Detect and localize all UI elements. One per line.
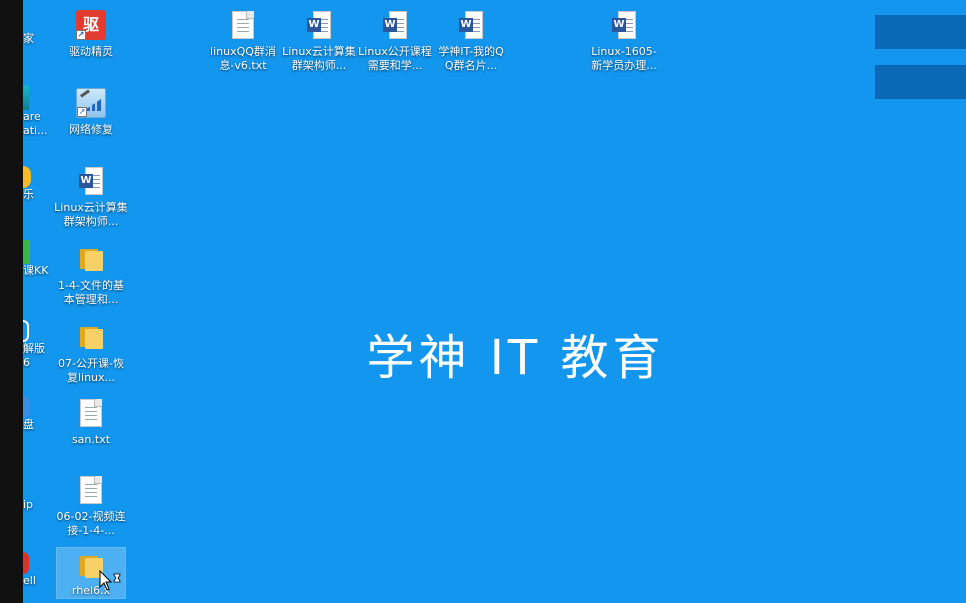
shortcut-arrow-icon: ↗	[77, 107, 87, 117]
app-icon	[23, 86, 29, 110]
desktop-icon-xueshen-qq-card[interactable]: W 学神IT-我的QQ群名片...	[434, 6, 508, 73]
desktop-icon-folder-1-4[interactable]: 1-4-文件的基本管理和...	[54, 240, 128, 307]
desktop-icon-partial-1[interactable]: 家	[23, 10, 45, 46]
desktop-icon-label: Linux云计算集群架构师...	[282, 45, 356, 72]
desktop-icon-label: Linux公开课程需要和学...	[358, 45, 432, 72]
folder-icon	[78, 247, 104, 271]
desktop-icon-label: Linux云计算集群架构师...	[54, 201, 128, 228]
app-icon	[23, 552, 29, 574]
desktop-icon-partial-8[interactable]: ell	[23, 552, 45, 588]
word-doc-icon: W	[79, 167, 103, 195]
desktop-icon-label: linuxQQ群消息-v6.txt	[210, 45, 276, 72]
word-doc-icon: W	[383, 11, 407, 39]
desktop-icon-label: are ati...	[23, 110, 48, 137]
word-glyph: W	[302, 8, 336, 42]
wallpaper-title-text: 学神 IT 教育	[366, 330, 665, 386]
desktop-icon-label: san.txt	[71, 433, 111, 446]
desktop-icon-network-repair[interactable]: ↗ 网络修复	[54, 84, 128, 137]
desktop-icon-partial-3[interactable]: 乐	[23, 166, 45, 202]
app-icon	[23, 10, 41, 32]
word-glyph: W	[378, 8, 412, 42]
desktop-icon-label: 1-4-文件的基本管理和...	[58, 279, 124, 306]
desktop-icon-label: 家	[23, 32, 34, 45]
qudong-icon: 驱 ↗	[76, 10, 106, 40]
word-doc-icon: W	[459, 11, 483, 39]
text-file-glyph	[74, 396, 108, 430]
desktop-icon-label: 乐	[23, 188, 34, 201]
app-icon	[23, 240, 30, 264]
desktop-icon-linux-1605[interactable]: W Linux-1605-新学员办理...	[587, 6, 661, 73]
desktop-icon-label: ell	[23, 574, 36, 587]
desktop-icon-partial-7[interactable]: ip	[23, 474, 45, 512]
desktop-icon-label: 驱动精灵	[69, 45, 113, 58]
desktop-icon-linux-open-course[interactable]: W Linux公开课程需要和学...	[358, 6, 432, 73]
desktop-icon-label: ip	[23, 498, 34, 511]
desktop-icon-label: 课KK	[23, 264, 49, 277]
text-file-glyph	[74, 473, 108, 507]
desktop-icon-label: 06-02-视频连接-1-4-...	[56, 510, 126, 537]
word-doc-icon: W	[612, 11, 636, 39]
word-glyph: W	[607, 8, 641, 42]
desktop-icon-video-link[interactable]: 06-02-视频连接-1-4-...	[54, 471, 128, 538]
desktop-icon-label: Linux-1605-新学员办理...	[591, 45, 657, 72]
network-repair-glyph: ↗	[74, 86, 108, 120]
word-glyph: W	[454, 8, 488, 42]
qudong-glyph: 驱 ↗	[74, 8, 108, 42]
word-glyph: W	[74, 164, 108, 198]
text-file-icon	[80, 399, 102, 427]
network-repair-icon: ↗	[76, 88, 106, 118]
desktop-icon-label: 学神IT-我的QQ群名片...	[438, 45, 504, 72]
word-doc-icon: W	[307, 11, 331, 39]
text-file-icon	[80, 476, 102, 504]
desktop[interactable]: 家 are ati... 乐 课KK 解版 6 盘 ip ell 驱 ↗ 驱动精灵…	[23, 0, 966, 603]
shortcut-arrow-icon: ↗	[76, 30, 86, 40]
right-side-bar-bottom	[875, 65, 966, 99]
desktop-icon-linuxqq-txt[interactable]: linuxQQ群消息-v6.txt	[206, 6, 280, 73]
text-file-glyph	[226, 8, 260, 42]
app-icon	[23, 474, 41, 498]
desktop-icon-san-txt[interactable]: san.txt	[54, 394, 128, 447]
desktop-icon-linux-cloud-doc-2[interactable]: W Linux云计算集群架构师...	[282, 6, 356, 73]
desktop-icon-linux-cloud-doc[interactable]: W Linux云计算集群架构师...	[54, 162, 128, 229]
music-icon	[23, 166, 31, 188]
desktop-icon-partial-2[interactable]: are ati...	[23, 86, 48, 138]
desktop-icon-partial-4[interactable]: 课KK	[23, 240, 49, 278]
folder-glyph	[74, 242, 108, 276]
desktop-icon-label: 网络修复	[69, 123, 113, 136]
desktop-icon-partial-6[interactable]: 盘	[23, 396, 45, 432]
desktop-icon-qudong[interactable]: 驱 ↗ 驱动精灵	[54, 6, 128, 59]
desktop-icon-label: 盘	[23, 418, 34, 431]
mouse-cursor-icon	[99, 569, 123, 594]
text-file-icon	[232, 11, 254, 39]
right-side-bar-top	[875, 15, 966, 49]
wallpaper-title: 学神 IT 教育	[23, 318, 966, 388]
disk-icon	[23, 396, 30, 418]
left-black-strip	[0, 0, 23, 603]
